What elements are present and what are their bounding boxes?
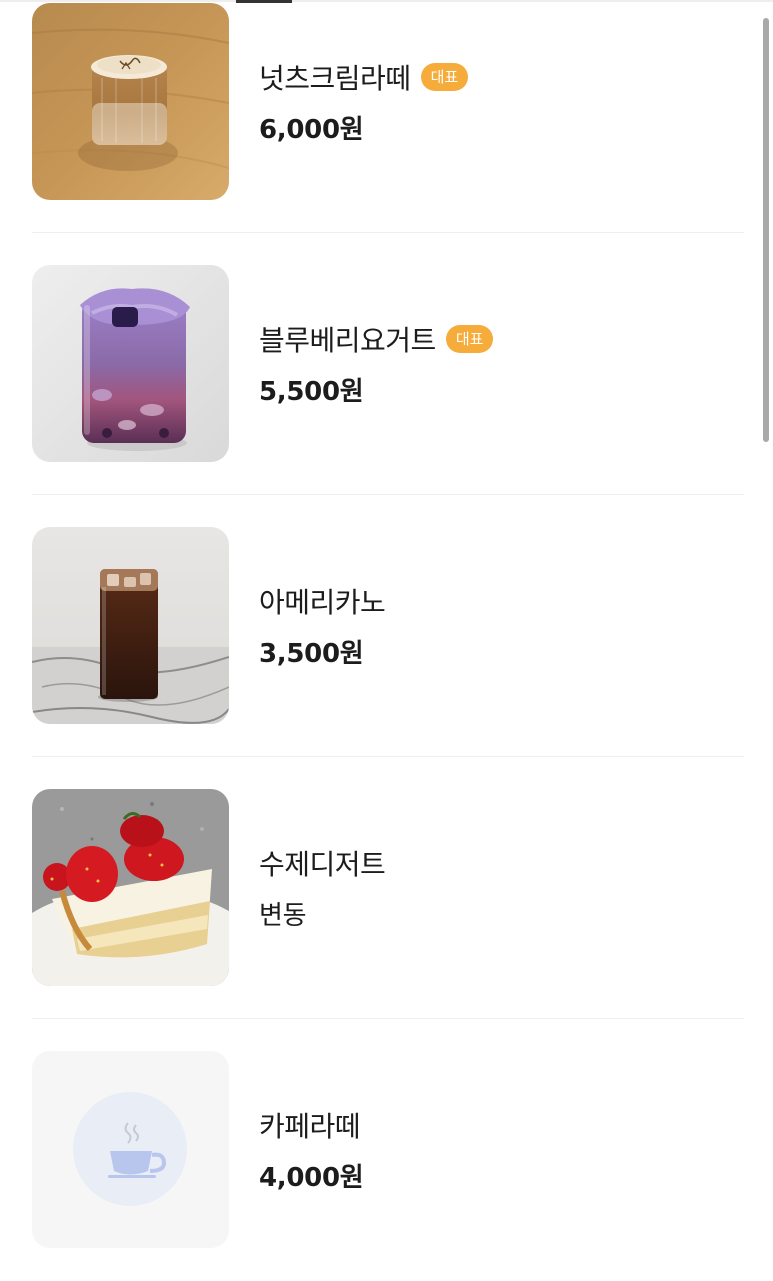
signature-badge: 대표 <box>445 325 494 353</box>
nut-cream-latte-photo[interactable] <box>32 3 229 200</box>
menu-item-name: 블루베리요거트 <box>259 324 436 357</box>
menu-item[interactable]: 넛츠크림라떼 대표 6,000원 <box>32 3 744 233</box>
menu-item[interactable]: 카페라떼 4,000원 <box>32 1019 744 1281</box>
menu-item-name: 카페라떼 <box>259 1110 361 1143</box>
menu-item-price: 변동 <box>259 901 307 931</box>
menu-image-placeholder[interactable] <box>32 1051 229 1248</box>
blueberry-yogurt-photo[interactable] <box>32 265 229 462</box>
menu-item-info: 카페라떼 4,000원 <box>259 1107 364 1194</box>
menu-item-info: 수제디저트 변동 <box>259 845 386 932</box>
menu-item-info: 아메리카노 3,500원 <box>259 583 386 670</box>
scrollbar[interactable] <box>763 18 769 442</box>
menu-item-price: 5,500원 <box>259 377 364 407</box>
menu-item-info: 블루베리요거트 대표 5,500원 <box>259 321 494 408</box>
menu-item-name: 수제디저트 <box>259 848 386 881</box>
menu-item[interactable]: 수제디저트 변동 <box>32 757 744 1019</box>
menu-item-name: 아메리카노 <box>259 586 386 619</box>
menu-item-price: 4,000원 <box>259 1163 364 1193</box>
menu-item[interactable]: 블루베리요거트 대표 5,500원 <box>32 233 744 495</box>
strawberry-cake-photo[interactable] <box>32 789 229 986</box>
top-border <box>0 0 773 2</box>
menu-item[interactable]: 아메리카노 3,500원 <box>32 495 744 757</box>
signature-badge: 대표 <box>420 63 469 91</box>
menu-item-price: 3,500원 <box>259 639 364 669</box>
americano-photo[interactable] <box>32 527 229 724</box>
menu-item-name: 넛츠크림라떼 <box>259 62 411 95</box>
menu-item-info: 넛츠크림라떼 대표 6,000원 <box>259 59 469 146</box>
menu-item-price: 6,000원 <box>259 115 364 145</box>
menu-list: 넛츠크림라떼 대표 6,000원 블루베리요거트 대표 5,500원 아메리카노… <box>32 3 744 1281</box>
